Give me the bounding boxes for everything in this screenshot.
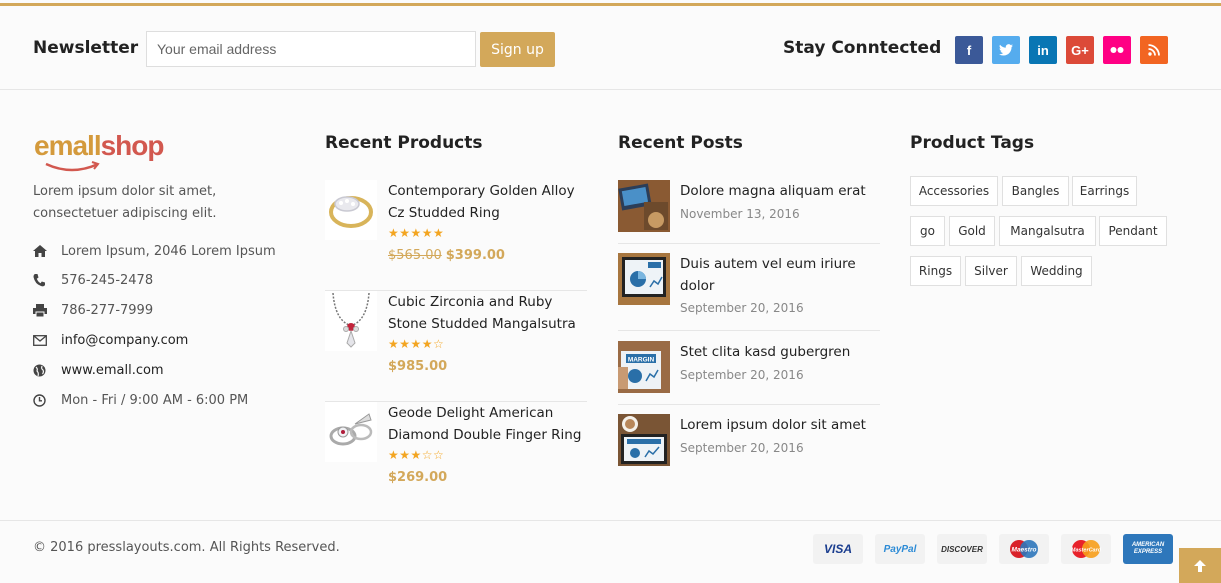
stay-connected-title: Stay Conntected (783, 38, 942, 58)
new-price: $269.00 (388, 470, 448, 485)
about-text: Lorem ipsum dolor sit amet, consectetuer… (33, 184, 217, 221)
post-date: September 20, 2016 (680, 441, 804, 455)
tag-gold[interactable]: Gold (949, 216, 995, 246)
email-link[interactable]: info@company.com (61, 333, 188, 348)
newsletter-bar: Newsletter Sign up Stay Conntected f in … (0, 6, 1221, 90)
post-date: September 20, 2016 (680, 368, 804, 382)
visa-card-icon: VISA (813, 534, 863, 564)
product-rating: ★★★★☆ (388, 337, 445, 351)
tag-rings[interactable]: Rings (910, 256, 961, 286)
post-item[interactable]: Lorem ipsum dolor sit amet September 20,… (618, 414, 880, 474)
mastercard-card-icon: MasterCard (1061, 534, 1111, 564)
recent-posts-title: Recent Posts (618, 133, 743, 153)
logo-part-shop: shop (100, 130, 165, 161)
amex-card-icon: AMERICAN EXPRESS (1123, 534, 1173, 564)
contact-phone: 576-245-2478 (33, 269, 303, 291)
tag-mangalsutra[interactable]: Mangalsutra (999, 216, 1096, 246)
flickr-icon[interactable] (1103, 36, 1131, 64)
printer-icon (33, 303, 61, 317)
scroll-to-top-button[interactable] (1179, 548, 1221, 583)
paypal-card-icon: PayPal (875, 534, 925, 564)
home-icon (33, 245, 61, 257)
post-title[interactable]: Lorem ipsum dolor sit amet (680, 414, 880, 436)
tag-wedding[interactable]: Wedding (1021, 256, 1092, 286)
tag-earrings[interactable]: Earrings (1072, 176, 1137, 206)
fax-text: 786-277-7999 (61, 302, 154, 318)
maestro-label: Maestro (1012, 547, 1037, 554)
footer-bottom-bar: © 2016 presslayouts.com. All Rights Rese… (0, 520, 1221, 583)
signup-button[interactable]: Sign up (480, 32, 555, 67)
globe-icon (33, 364, 61, 377)
facebook-icon[interactable]: f (955, 36, 983, 64)
product-price: $985.00 (388, 359, 447, 374)
product-name[interactable]: Geode Delight American Diamond Double Fi… (388, 402, 588, 446)
contact-hours: Mon - Fri / 9:00 AM - 6:00 PM (33, 389, 303, 411)
address-text: Lorem Ipsum, 2046 Lorem Ipsum (61, 243, 276, 259)
discover-card-icon: DISCOVER (937, 534, 987, 564)
product-price: $565.00 $399.00 (388, 248, 505, 263)
post-item[interactable]: MARGIN Stet clita kasd gubergren Septemb… (618, 341, 880, 405)
tag-bangles[interactable]: Bangles (1002, 176, 1069, 206)
product-rating: ★★★☆☆ (388, 448, 445, 462)
linkedin-icon[interactable]: in (1029, 36, 1057, 64)
mangalsutra-product-image[interactable] (325, 291, 377, 351)
product-name[interactable]: Cubic Zirconia and Ruby Stone Studded Ma… (388, 291, 588, 335)
product-item[interactable]: Cubic Zirconia and Ruby Stone Studded Ma… (325, 291, 587, 402)
tag-accessories[interactable]: Accessories (910, 176, 998, 206)
post-title[interactable]: Stet clita kasd gubergren (680, 341, 880, 363)
contact-email[interactable]: info@company.com (33, 329, 303, 351)
double-ring-product-image[interactable] (325, 402, 377, 462)
arrow-up-icon (1194, 559, 1206, 572)
product-rating: ★★★★★ (388, 226, 445, 240)
product-item[interactable]: Contemporary Golden Alloy Cz Studded Rin… (325, 180, 587, 291)
website-link[interactable]: www.emall.com (61, 363, 164, 378)
recent-products-title: Recent Products (325, 133, 483, 153)
phone-icon (33, 273, 61, 287)
contact-address: Lorem Ipsum, 2046 Lorem Ipsum (33, 240, 303, 262)
post-date: November 13, 2016 (680, 207, 800, 221)
ring-product-image[interactable] (325, 180, 377, 240)
logo-smile-icon (45, 161, 100, 172)
newsletter-title: Newsletter (33, 38, 139, 58)
tag-pendant[interactable]: Pendant (1099, 216, 1167, 246)
tag-silver[interactable]: Silver (965, 256, 1017, 286)
maestro-card-icon: Maestro (999, 534, 1049, 564)
logo-part-emall: emall (34, 130, 102, 161)
hours-text: Mon - Fri / 9:00 AM - 6:00 PM (61, 392, 249, 408)
new-price: $985.00 (388, 359, 448, 374)
post-thumbnail[interactable] (618, 180, 670, 232)
new-price: $399.00 (445, 248, 505, 263)
post-date: September 20, 2016 (680, 301, 804, 315)
post-title[interactable]: Duis autem vel eum iriure dolor (680, 253, 880, 297)
product-name[interactable]: Contemporary Golden Alloy Cz Studded Rin… (388, 180, 588, 224)
product-item[interactable]: Geode Delight American Diamond Double Fi… (325, 402, 587, 513)
contact-website[interactable]: www.emall.com (33, 359, 303, 381)
emallshop-logo[interactable]: emallshop (34, 130, 164, 162)
google-plus-icon[interactable]: G+ (1066, 36, 1094, 64)
rss-icon[interactable] (1140, 36, 1168, 64)
product-price: $269.00 (388, 470, 447, 485)
twitter-icon[interactable] (992, 36, 1020, 64)
envelope-icon (33, 334, 61, 346)
tag-go[interactable]: go (910, 216, 945, 246)
product-tags-title: Product Tags (910, 133, 1035, 153)
old-price: $565.00 (388, 248, 442, 263)
post-title[interactable]: Dolore magna aliquam erat (680, 180, 880, 202)
newsletter-email-input[interactable] (146, 31, 476, 67)
post-item[interactable]: Dolore magna aliquam erat November 13, 2… (618, 180, 880, 244)
post-thumbnail[interactable] (618, 253, 670, 305)
post-item[interactable]: Duis autem vel eum iriure dolor Septembe… (618, 253, 880, 331)
clock-icon (33, 393, 61, 407)
post-thumbnail[interactable] (618, 414, 670, 466)
social-links: f in G+ (955, 36, 1168, 64)
phone-text: 576-245-2478 (61, 272, 154, 288)
copyright-text: © 2016 presslayouts.com. All Rights Rese… (33, 540, 340, 555)
contact-fax: 786-277-7999 (33, 299, 303, 321)
mastercard-label: MasterCard (1071, 548, 1102, 554)
svg-text:MARGIN: MARGIN (628, 357, 655, 364)
post-thumbnail[interactable]: MARGIN (618, 341, 670, 393)
